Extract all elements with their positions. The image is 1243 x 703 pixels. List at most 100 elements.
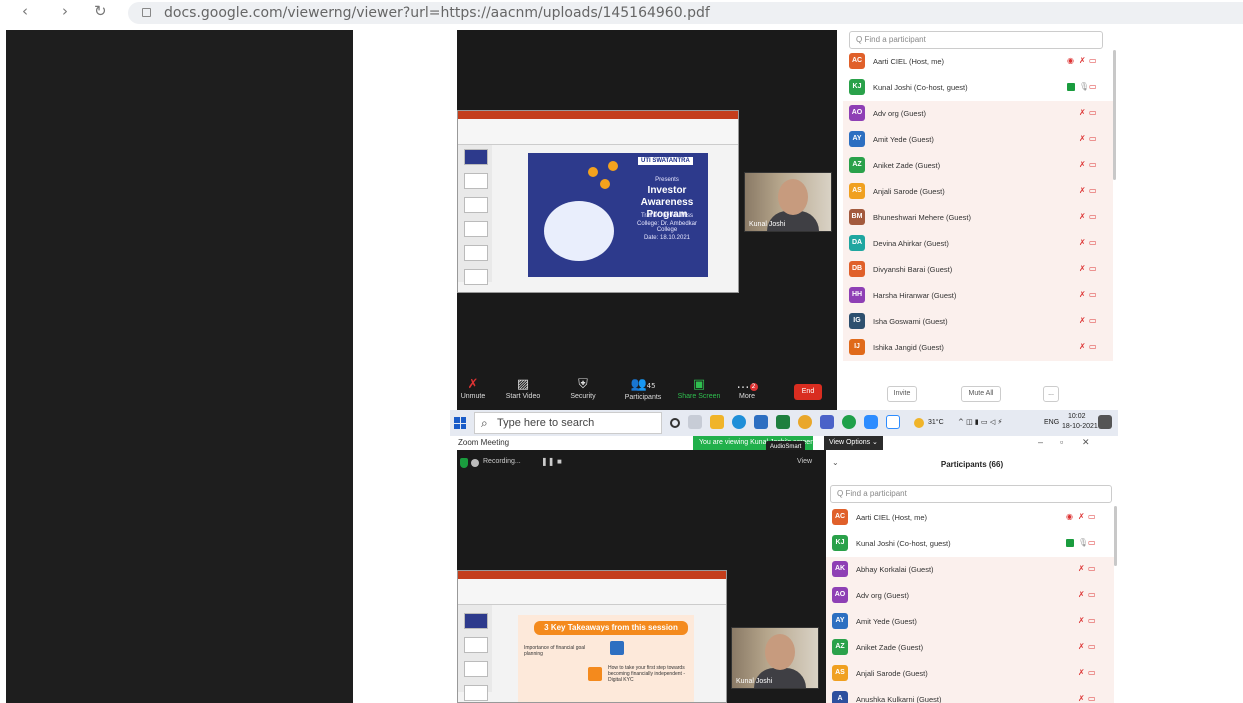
current-slide: UTI SWATANTRA Presents Investor Awarenes…	[528, 153, 708, 277]
mic-muted-icon: ✗	[1079, 134, 1086, 143]
excel-icon[interactable]	[776, 415, 790, 429]
view-options-dropdown[interactable]: View Options ⌄	[824, 436, 883, 450]
video-off-icon: ▭	[1088, 642, 1096, 651]
more-icon: … 2	[717, 377, 777, 393]
participant-search-input[interactable]: Q Find a participant	[849, 31, 1103, 49]
participant-row[interactable]: AZ Aniket Zade (Guest) ✗ ▭	[826, 635, 1114, 661]
system-tray-icons[interactable]: ^ ◫ ▮ ▭ ◁ ⚡	[958, 418, 1002, 426]
zoom-window-icon[interactable]	[886, 415, 900, 429]
forward-icon[interactable]: ›	[62, 2, 68, 20]
cortana-icon[interactable]	[670, 418, 680, 428]
participant-search-input-2[interactable]: Q Find a participant	[830, 485, 1112, 503]
ppt-slide-thumbnails	[458, 605, 492, 701]
video-on-icon	[1066, 539, 1074, 547]
participant-avatar: IJ	[849, 339, 865, 355]
participant-search-placeholder: Find a participant	[864, 35, 926, 44]
weather-icon	[914, 418, 924, 428]
slide-thumbnail	[464, 661, 488, 677]
participant-row[interactable]: AO Adv org (Guest) ✗ ▭	[843, 101, 1113, 127]
file-explorer-icon[interactable]	[710, 415, 724, 429]
participant-video-tile[interactable]: Kunal Joshi	[744, 172, 832, 232]
start-video-button[interactable]: ▨ Start Video	[493, 377, 553, 400]
slide-thumbnail	[464, 269, 488, 285]
reload-icon[interactable]: ↻	[94, 2, 107, 20]
participant-row[interactable]: HH Harsha Hiranwar (Guest) ✗ ▭	[843, 283, 1113, 309]
participant-name: Kunal Joshi (Co-host, guest)	[873, 83, 968, 92]
maximize-icon[interactable]: ▫	[1060, 437, 1063, 447]
coin-graphic	[588, 167, 598, 177]
participant-row[interactable]: IG Isha Goswami (Guest) ✗ ▭	[843, 309, 1113, 335]
participant-name: Aarti CIEL (Host, me)	[873, 57, 944, 66]
video-off-icon: ▭	[1089, 134, 1097, 143]
video-off-icon: ▭	[1089, 56, 1097, 65]
mic-muted-icon: ✗	[1079, 264, 1086, 273]
mic-muted-icon: ✗	[1079, 108, 1086, 117]
meeting-controls-bar: ✗ Unmute ▨ Start Video ⛨ Security 👥45 Pa…	[457, 374, 837, 410]
participant-row[interactable]: DB Divyanshi Barai (Guest) ✗ ▭	[843, 257, 1113, 283]
participant-row[interactable]: KJ Kunal Joshi (Co-host, guest) 🎙 ▭	[826, 531, 1114, 557]
participant-row[interactable]: AY Amit Yede (Guest) ✗ ▭	[843, 127, 1113, 153]
taskbar-clock-time: 10:02	[1068, 413, 1086, 420]
notification-icon[interactable]	[1098, 415, 1112, 429]
teams-icon[interactable]	[820, 415, 834, 429]
mute-all-button[interactable]: Mute All	[961, 386, 1001, 402]
participant-row[interactable]: AO Adv org (Guest) ✗ ▭	[826, 583, 1114, 609]
back-icon[interactable]: ‹	[22, 2, 28, 20]
video-off-icon: ▭	[1089, 160, 1097, 169]
participant-name: Devina Ahirkar (Guest)	[873, 239, 949, 248]
whatsapp-icon[interactable]	[842, 415, 856, 429]
invite-button[interactable]: Invite	[887, 386, 917, 402]
mic-muted-icon: ✗	[1079, 186, 1086, 195]
participant-row[interactable]: AC Aarti CIEL (Host, me) ◉ ✗ ▭	[843, 49, 1113, 75]
participants-button[interactable]: 👥45 Participants	[613, 377, 673, 401]
taskbar-search-box[interactable]: ⌕ Type here to search	[474, 412, 662, 434]
participant-row[interactable]: AZ Aniket Zade (Guest) ✗ ▭	[843, 153, 1113, 179]
participant-name: Anjali Sarode (Guest)	[856, 669, 928, 678]
taskbar-app-icon[interactable]	[754, 415, 768, 429]
participant-row[interactable]: AS Anjali Sarode (Guest) ✗ ▭	[843, 179, 1113, 205]
participant-avatar: AS	[832, 665, 848, 681]
more-badge: 2	[749, 383, 758, 391]
windows-start-icon[interactable]	[454, 417, 466, 429]
participant-list-scrollbar[interactable]	[1113, 50, 1116, 180]
participant-row[interactable]: AK Abhay Korkalai (Guest) ✗ ▭	[826, 557, 1114, 583]
mic-muted-icon: ✗	[1078, 616, 1085, 625]
edge-browser-icon[interactable]	[732, 415, 746, 429]
search-icon: ⌕	[481, 416, 488, 430]
participant-name: Isha Goswami (Guest)	[873, 317, 948, 326]
minimize-icon[interactable]: –	[1038, 437, 1043, 447]
chrome-icon[interactable]	[798, 415, 812, 429]
participant-row[interactable]: BM Bhuneshwari Mehere (Guest) ✗ ▭	[843, 205, 1113, 231]
participant-row[interactable]: IJ Ishika Jangid (Guest) ✗ ▭	[843, 335, 1113, 361]
participant-name: Adv org (Guest)	[856, 591, 909, 600]
participant-avatar: AC	[849, 53, 865, 69]
close-icon[interactable]: ✕	[1082, 437, 1090, 448]
participant-row[interactable]: DA Devina Ahirkar (Guest) ✗ ▭	[843, 231, 1113, 257]
video-off-icon: ▭	[1089, 108, 1097, 117]
participant-list-scrollbar[interactable]	[1114, 506, 1117, 566]
participant-avatar: AS	[849, 183, 865, 199]
participant-row[interactable]: AS Anjali Sarode (Guest) ✗ ▭	[826, 661, 1114, 687]
more-button[interactable]: … 2 More	[717, 377, 777, 400]
view-button[interactable]: View	[797, 458, 812, 465]
slide-presents: Presents	[655, 177, 679, 183]
participant-row[interactable]: KJ Kunal Joshi (Co-host, guest) 🎙 ▭	[843, 75, 1113, 101]
security-button[interactable]: ⛨ Security	[553, 377, 613, 400]
end-meeting-button[interactable]: End	[794, 384, 822, 400]
participant-avatar: AY	[849, 131, 865, 147]
stop-recording-icon[interactable]: ■	[557, 457, 562, 466]
panel-more-button[interactable]: ...	[1043, 386, 1059, 402]
video-off-icon: ▭	[1088, 590, 1096, 599]
participant-row[interactable]: A Anushka Kulkarni (Guest) ✗ ▭	[826, 687, 1114, 703]
task-view-icon[interactable]	[688, 415, 702, 429]
zoom-app-icon[interactable]	[864, 415, 878, 429]
participant-row[interactable]: AC Aarti CIEL (Host, me) ◉ ✗ ▭	[826, 505, 1114, 531]
pause-recording-icon[interactable]: ❚❚	[541, 457, 554, 466]
address-bar[interactable]: docs.google.com/viewerng/viewer?url=http…	[128, 2, 1243, 24]
participant-row[interactable]: AY Amit Yede (Guest) ✗ ▭	[826, 609, 1114, 635]
participants-header: Participants (66)	[940, 460, 1004, 469]
language-indicator[interactable]: ENG	[1044, 419, 1059, 426]
participant-avatar: AY	[832, 613, 848, 629]
participant-video-tile-2[interactable]: Kunal Joshi	[731, 627, 819, 689]
participant-name: Aniket Zade (Guest)	[873, 161, 941, 170]
